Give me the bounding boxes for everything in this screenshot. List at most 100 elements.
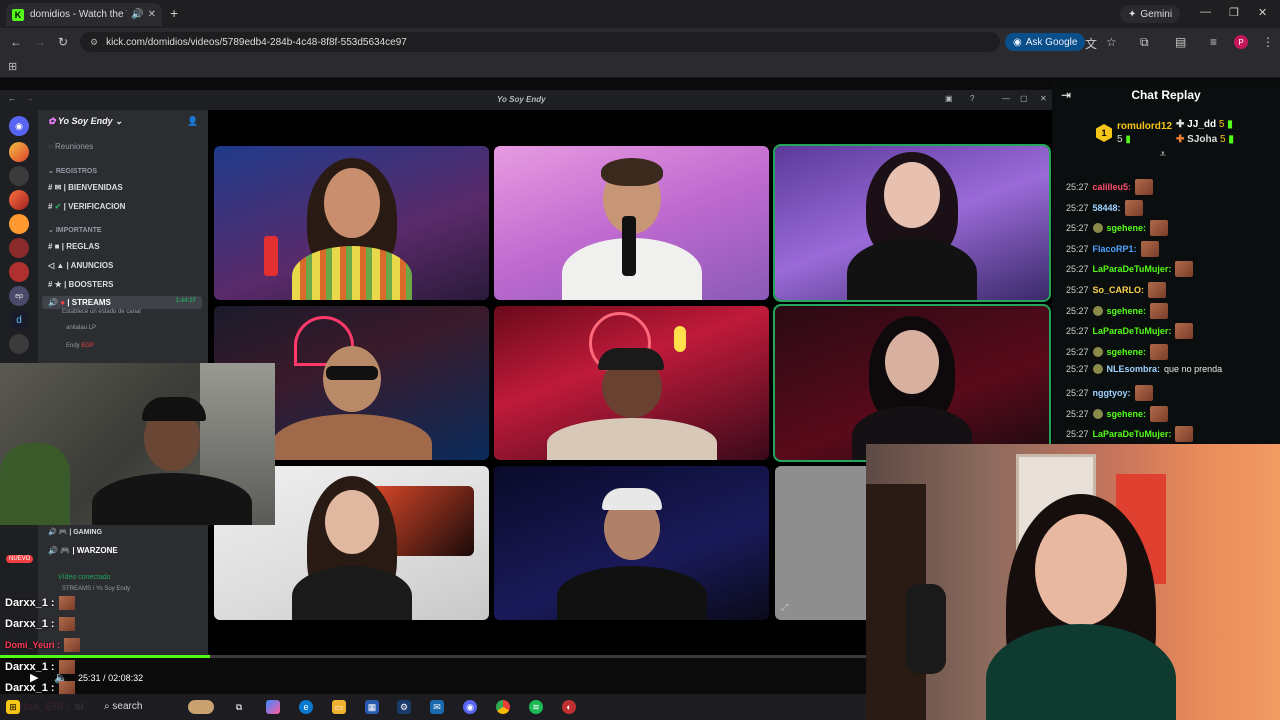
channel-warzone[interactable]: 🔊 🎮 | WARZONE <box>48 546 118 555</box>
minimize-window-icon[interactable]: — <box>1200 6 1211 18</box>
message-username[interactable]: LaParaDeTuMujer: <box>1093 326 1172 336</box>
message-username[interactable]: NLEsombra: <box>1107 364 1161 374</box>
restore-window-icon[interactable]: ❐ <box>1229 6 1239 19</box>
voice-member[interactable]: Endy EGP <box>66 343 94 349</box>
participant-video[interactable] <box>494 466 769 620</box>
back-icon[interactable]: ← <box>10 35 22 49</box>
channel-anuncios[interactable]: ◁ ▲ | ANUNCIOS <box>48 261 113 270</box>
channel-streams[interactable]: 🔊 ● | STREAMS 1:44:37 <box>42 296 202 309</box>
chrome-icon[interactable] <box>496 700 510 714</box>
server-icon[interactable] <box>9 142 29 162</box>
gifter-name[interactable]: romulord12 <box>1117 121 1172 132</box>
channel-boosters[interactable]: # ★ | BOOSTERS <box>48 280 113 289</box>
site-info-icon[interactable]: ⚙ <box>90 37 98 48</box>
app-icon[interactable]: ✉ <box>430 700 444 714</box>
expand-gifters-icon[interactable]: ⩡ <box>1160 149 1166 160</box>
more-menu-icon[interactable]: ⋮ <box>1262 35 1274 49</box>
server-icon[interactable] <box>9 214 29 234</box>
taskbar-search[interactable]: ⌕ search <box>104 701 142 712</box>
minimize-icon[interactable]: — <box>1002 94 1010 103</box>
participant-video-speaking[interactable] <box>773 304 1051 462</box>
message-username[interactable]: LaParaDeTuMujer: <box>1093 429 1172 439</box>
gifter-name[interactable]: ✚ SJoha 5 ▮ <box>1176 134 1234 145</box>
close-icon[interactable]: ✕ <box>1040 94 1047 103</box>
message-username[interactable]: sgehene: <box>1107 306 1147 316</box>
voice-member[interactable]: anitalau LP <box>66 325 96 331</box>
channel-gaming[interactable]: 🔊 🎮 | GAMING <box>48 528 102 536</box>
server-icon[interactable] <box>9 262 29 282</box>
back-icon[interactable]: ← <box>8 94 16 103</box>
spotify-icon[interactable]: ≋ <box>529 700 543 714</box>
browser-toolbar: ← → ↻ ⚙ kick.com/domidios/videos/5789edb… <box>0 28 1280 56</box>
inbox-icon[interactable]: ▣ <box>945 94 953 103</box>
edge-icon[interactable]: e <box>299 700 313 714</box>
task-view-icon[interactable]: ⧉ <box>232 700 246 714</box>
message-username[interactable]: LaParaDeTuMujer: <box>1093 264 1172 274</box>
help-icon[interactable]: ? <box>970 94 974 103</box>
speaker-icon[interactable]: 🔊 <box>131 9 143 20</box>
store-icon[interactable]: ▦ <box>365 700 379 714</box>
add-member-icon[interactable]: 👤 <box>187 116 198 127</box>
chat-message: 25:27 sgehene: <box>1066 220 1169 237</box>
weather-widget-icon[interactable] <box>188 700 214 714</box>
message-username[interactable]: nggtyoy: <box>1093 388 1131 398</box>
profile-avatar[interactable]: P <box>1234 35 1248 49</box>
gifter-name[interactable]: ✚ JJ_dd 5 ▮ <box>1176 119 1233 130</box>
gift-icon: ✚ <box>1176 119 1185 130</box>
server-icon[interactable] <box>9 334 29 354</box>
message-username[interactable]: sgehene: <box>1107 347 1147 357</box>
message-username[interactable]: So_CARLO: <box>1093 285 1145 295</box>
discord-window-title: Yo Soy Endy <box>497 95 546 104</box>
app-icon[interactable]: ◐ <box>562 700 576 714</box>
address-bar[interactable]: ⚙ kick.com/domidios/videos/5789edb4-284b… <box>80 32 1000 52</box>
file-explorer-icon[interactable]: ▭ <box>332 700 346 714</box>
steam-icon[interactable]: ⚙ <box>397 700 411 714</box>
server-icon[interactable]: ep <box>9 286 29 306</box>
ask-google-button[interactable]: ◉ Ask Google <box>1005 33 1086 51</box>
forward-icon[interactable]: → <box>26 94 34 103</box>
message-username[interactable]: 58448: <box>1093 203 1121 213</box>
server-icon[interactable] <box>9 190 29 210</box>
emote-icon <box>1175 426 1194 443</box>
red-cup <box>264 236 278 276</box>
apps-grid-icon[interactable]: ⊞ <box>8 60 17 73</box>
close-tab-icon[interactable]: ✕ <box>148 9 156 20</box>
server-icon[interactable] <box>9 238 29 258</box>
server-icon[interactable] <box>9 166 29 186</box>
participant-video[interactable] <box>494 146 769 300</box>
participant-video-speaking[interactable] <box>773 144 1051 302</box>
channel-bienvenidas[interactable]: # ✉ | BIENVENIDAS <box>48 183 123 192</box>
new-tab-button[interactable]: + <box>170 5 178 21</box>
close-window-icon[interactable]: ✕ <box>1258 6 1267 19</box>
emote-icon <box>1134 385 1153 401</box>
gemini-button[interactable]: ✦ Gemini <box>1120 5 1181 23</box>
progress-bar[interactable] <box>0 655 866 658</box>
extensions-icon[interactable]: ⧉ <box>1140 35 1149 50</box>
message-username[interactable]: FlacoRP1: <box>1093 244 1137 254</box>
browser-tab[interactable]: K domidios - Watch the VOD 🔊 ✕ <box>6 3 162 26</box>
forward-icon[interactable]: → <box>34 35 46 49</box>
reload-icon[interactable]: ↻ <box>58 35 68 49</box>
channel-reuniones[interactable]: ◌ Reuniones <box>48 142 93 151</box>
discord-home-icon[interactable]: ◉ <box>9 116 29 136</box>
message-username[interactable]: sgehene: <box>1107 223 1147 233</box>
category-registros[interactable]: ⌄ REGISTROS <box>48 167 97 175</box>
expand-video-icon[interactable]: ⤢ <box>781 602 788 613</box>
translate-icon[interactable]: 文 <box>1085 35 1097 52</box>
channel-verificacion[interactable]: # ✔ | VERIFICACION <box>48 202 125 211</box>
server-name[interactable]: ✿ Yo Soy Endy ⌄ <box>48 116 123 127</box>
windows-start-icon[interactable]: ⊞ <box>6 700 20 714</box>
participant-video[interactable] <box>214 146 489 300</box>
maximize-icon[interactable]: ▢ <box>1020 94 1028 103</box>
message-username[interactable]: calilleu5: <box>1093 182 1132 192</box>
participant-video[interactable] <box>494 306 769 460</box>
category-importante[interactable]: ⌄ IMPORTANTE <box>48 226 102 234</box>
bookmark-star-icon[interactable]: ☆ <box>1106 35 1117 49</box>
message-username[interactable]: sgehene: <box>1107 409 1147 419</box>
copilot-icon[interactable] <box>266 700 280 714</box>
server-icon[interactable]: d <box>9 310 29 330</box>
side-panel-icon[interactable]: ▤ <box>1175 35 1186 49</box>
discord-icon[interactable]: ◉ <box>463 700 477 714</box>
channel-reglas[interactable]: # ■ | REGLAS <box>48 242 100 251</box>
media-controls-icon[interactable]: ≡ <box>1210 35 1217 49</box>
